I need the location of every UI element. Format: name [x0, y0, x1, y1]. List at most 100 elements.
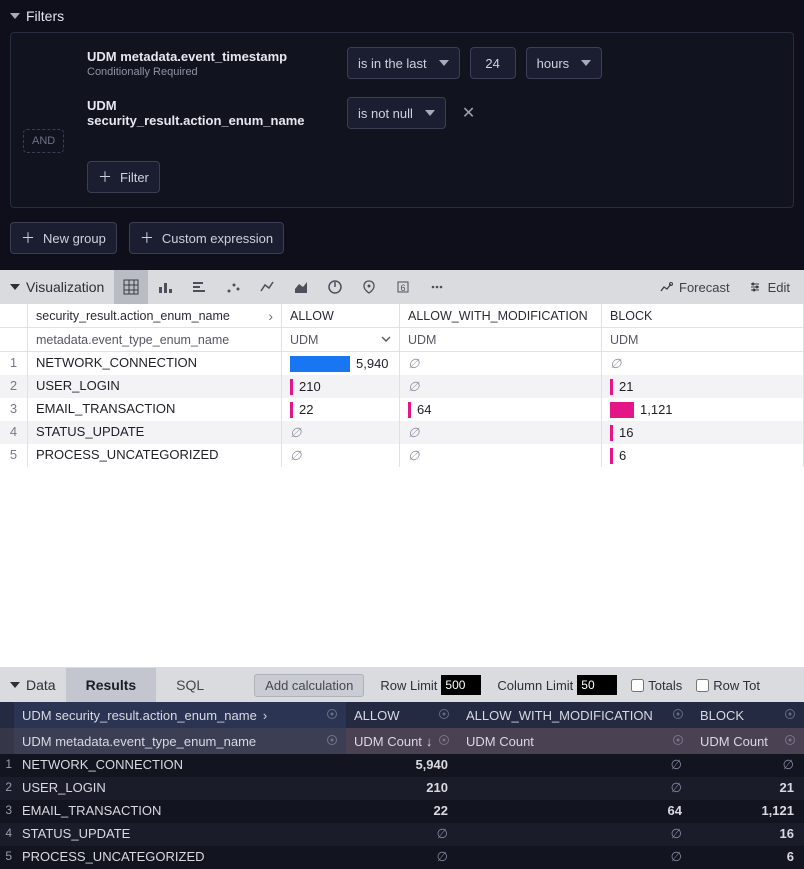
viz-cell: NETWORK_CONNECTION: [28, 352, 282, 375]
viz-col-allow-mod[interactable]: ALLOW_WITH_MODIFICATION: [400, 304, 602, 327]
gear-icon[interactable]: [784, 708, 796, 723]
new-group-label: New group: [43, 231, 106, 246]
filter1-value-text: 24: [485, 56, 499, 71]
edit-button[interactable]: Edit: [748, 280, 790, 295]
gear-icon[interactable]: [672, 734, 684, 749]
viz-subcol-a-text: UDM: [290, 333, 318, 347]
data-cell: ∅: [692, 754, 804, 777]
row-limit-input[interactable]: [441, 675, 481, 695]
filter1-unit[interactable]: hours: [526, 47, 603, 79]
filter1-value[interactable]: 24: [470, 47, 516, 79]
viz-cell: EMAIL_TRANSACTION: [28, 398, 282, 421]
viz-cell: 5: [0, 444, 28, 467]
data-table: UDM security_result.action_enum_name › A…: [0, 702, 804, 869]
data-cell: 5,940: [346, 754, 458, 777]
filters-panel-toggle[interactable]: Filters: [0, 0, 804, 32]
gear-icon[interactable]: [326, 708, 338, 723]
filter1-sub: Conditionally Required: [87, 66, 337, 78]
filter1-operator-text: is in the last: [358, 56, 427, 71]
viz-subcol-a[interactable]: UDM: [282, 328, 400, 351]
add-filter-button[interactable]: ＋ Filter: [87, 161, 160, 193]
totals-checkbox[interactable]: [631, 679, 644, 692]
viz-subcol-b[interactable]: UDM: [400, 328, 602, 351]
viz-pivot-header-text: security_result.action_enum_name: [36, 309, 230, 323]
viz-table-icon[interactable]: [114, 270, 148, 304]
gear-icon[interactable]: [672, 708, 684, 723]
gear-icon[interactable]: [438, 708, 450, 723]
viz-col-allow-mod-text: ALLOW_WITH_MODIFICATION: [408, 309, 588, 323]
data-toggle[interactable]: Data: [0, 677, 66, 693]
viz-more-icon[interactable]: [420, 270, 454, 304]
custom-expression-button[interactable]: ＋ Custom expression: [129, 222, 284, 254]
filter2-operator-text: is not null: [358, 106, 413, 121]
viz-cell: 16: [602, 421, 804, 444]
viz-cell: ∅: [400, 352, 602, 375]
filter2-operator[interactable]: is not null: [347, 97, 446, 129]
data-subcol-a[interactable]: UDM Count ↓: [346, 728, 458, 754]
viz-line-icon[interactable]: [250, 270, 284, 304]
data-cell: 1,121: [692, 800, 804, 823]
viz-cell: ∅: [602, 352, 804, 375]
data-label: Data: [26, 677, 56, 693]
filter-row-1: UDM metadata.event_timestamp Conditional…: [87, 47, 777, 79]
viz-map-icon[interactable]: [352, 270, 386, 304]
tab-results[interactable]: Results: [66, 668, 157, 702]
data-subcol-c[interactable]: UDM Count: [692, 728, 804, 754]
data-cell: ∅: [346, 846, 458, 869]
viz-pivot-header[interactable]: security_result.action_enum_name ›: [28, 304, 282, 327]
gear-icon[interactable]: [326, 734, 338, 749]
data-row-idx: 5: [0, 846, 14, 869]
gear-icon[interactable]: [784, 734, 796, 749]
data-row-header[interactable]: UDM metadata.event_type_enum_name: [14, 728, 346, 754]
tab-sql[interactable]: SQL: [156, 668, 224, 702]
data-row: 3EMAIL_TRANSACTION22641,121: [0, 800, 804, 823]
forecast-button[interactable]: Forecast: [659, 280, 730, 295]
remove-filter-icon[interactable]: ✕: [456, 101, 481, 125]
data-row-idx: 2: [0, 777, 14, 800]
viz-area-icon[interactable]: [284, 270, 318, 304]
data-row-name: NETWORK_CONNECTION: [14, 754, 346, 777]
viz-row-header[interactable]: metadata.event_type_enum_name: [28, 328, 282, 351]
visualization-label: Visualization: [26, 279, 104, 295]
viz-horizontal-bar-icon[interactable]: [182, 270, 216, 304]
data-cell: ∅: [458, 823, 692, 846]
data-row-idx: 1: [0, 754, 14, 777]
viz-bar-icon[interactable]: [148, 270, 182, 304]
add-calculation-button[interactable]: Add calculation: [254, 674, 364, 697]
viz-cell: 2: [0, 375, 28, 398]
viz-cell: 22: [282, 398, 400, 421]
viz-col-block[interactable]: BLOCK: [602, 304, 804, 327]
and-chip[interactable]: AND: [23, 129, 64, 153]
viz-cell: USER_LOGIN: [28, 375, 282, 398]
data-pivot-header[interactable]: UDM security_result.action_enum_name ›: [14, 702, 346, 728]
viz-cell: 21: [602, 375, 804, 398]
viz-col-allow[interactable]: ALLOW: [282, 304, 400, 327]
visualization-toggle[interactable]: Visualization: [0, 279, 114, 295]
data-row-header-text: UDM metadata.event_type_enum_name: [22, 734, 256, 749]
data-col-allow[interactable]: ALLOW: [346, 702, 458, 728]
chevron-down-icon: [381, 333, 391, 347]
filter1-operator[interactable]: is in the last: [347, 47, 460, 79]
row-totals-checkbox[interactable]: [696, 679, 709, 692]
viz-col-block-text: BLOCK: [610, 309, 652, 323]
data-row-name: STATUS_UPDATE: [14, 823, 346, 846]
data-col-block[interactable]: BLOCK: [692, 702, 804, 728]
viz-scatter-icon[interactable]: [216, 270, 250, 304]
viz-subcol-c[interactable]: UDM: [602, 328, 804, 351]
gear-icon[interactable]: [438, 734, 450, 749]
viz-single-value-icon[interactable]: 6: [386, 270, 420, 304]
new-group-button[interactable]: ＋ New group: [10, 222, 117, 254]
viz-cell: 5,940: [282, 352, 400, 375]
col-limit-input[interactable]: [577, 675, 617, 695]
sort-desc-icon: ↓: [426, 734, 433, 749]
data-cell: ∅: [346, 823, 458, 846]
data-subcol-b[interactable]: UDM Count: [458, 728, 692, 754]
data-row-name: EMAIL_TRANSACTION: [14, 800, 346, 823]
totals-label: Totals: [648, 678, 682, 693]
edit-label: Edit: [768, 280, 790, 295]
viz-gauge-icon[interactable]: [318, 270, 352, 304]
data-row-idx: 3: [0, 800, 14, 823]
data-col-allow-mod[interactable]: ALLOW_WITH_MODIFICATION: [458, 702, 692, 728]
data-cell: ∅: [458, 777, 692, 800]
viz-table: security_result.action_enum_name › ALLOW…: [0, 304, 804, 668]
